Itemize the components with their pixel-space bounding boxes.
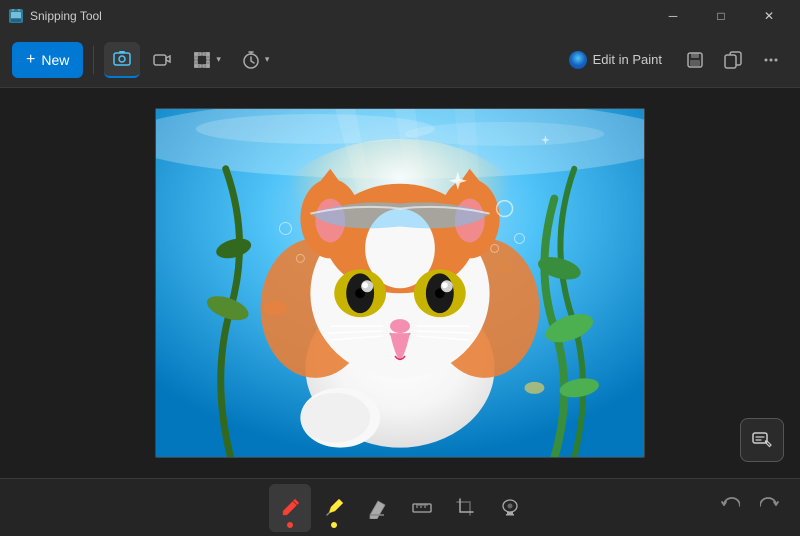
ruler-tool-button[interactable] — [401, 484, 443, 532]
save-button[interactable] — [678, 42, 712, 78]
canvas-container — [155, 108, 645, 458]
screenshot-icon — [112, 49, 132, 69]
timer-chevron: ▾ — [265, 54, 270, 65]
stamp-icon — [499, 497, 521, 519]
pen-icon — [279, 497, 301, 519]
title-bar-left: Snipping Tool — [8, 8, 102, 24]
edit-in-paint-label: Edit in Paint — [593, 52, 662, 67]
save-icon — [686, 51, 704, 69]
cat-illustration — [156, 109, 644, 457]
more-icon — [762, 51, 780, 69]
video-mode-button[interactable] — [144, 42, 180, 78]
region-chevron: ▾ — [216, 54, 221, 65]
crop-tool-button[interactable] — [445, 484, 487, 532]
bottom-toolbar — [0, 478, 800, 536]
toolbar-separator — [93, 46, 94, 74]
eraser-icon — [367, 497, 389, 519]
pen-color-dot — [287, 522, 293, 528]
copy-icon — [724, 51, 742, 69]
edit-in-paint-button[interactable]: Edit in Paint — [557, 42, 674, 78]
undo-button[interactable] — [712, 489, 748, 526]
close-button[interactable]: ✕ — [746, 0, 792, 32]
region-icon — [192, 50, 212, 70]
crop-icon — [455, 497, 477, 519]
maximize-button[interactable]: □ — [698, 0, 744, 32]
more-options-button[interactable] — [754, 42, 788, 78]
cat-image — [156, 109, 644, 457]
redo-icon — [760, 495, 780, 515]
toolbar: + New ▾ — [0, 32, 800, 88]
minimize-button[interactable]: ─ — [650, 0, 696, 32]
highlighter-color-dot — [331, 522, 337, 528]
video-icon — [152, 50, 172, 70]
title-bar: Snipping Tool ─ □ ✕ — [0, 0, 800, 32]
new-button[interactable]: + New — [12, 42, 83, 78]
eraser-tool-button[interactable] — [357, 484, 399, 532]
region-select-button[interactable]: ▾ — [184, 42, 229, 78]
title-bar-controls: ─ □ ✕ — [650, 0, 792, 32]
stamp-tool-button[interactable] — [489, 484, 531, 532]
highlighter-icon — [323, 497, 345, 519]
app-icon — [8, 8, 24, 24]
paint-icon — [569, 51, 587, 69]
redo-button[interactable] — [752, 489, 788, 526]
main-content — [0, 88, 800, 478]
app-title: Snipping Tool — [30, 9, 102, 23]
plus-icon: + — [26, 51, 35, 69]
pen-tool-button[interactable] — [269, 484, 311, 532]
copy-button[interactable] — [716, 42, 750, 78]
undo-icon — [720, 495, 740, 515]
timer-button[interactable]: ▾ — [233, 42, 278, 78]
bottom-right-controls — [712, 489, 788, 526]
toolbar-right: Edit in Paint — [557, 42, 788, 78]
new-label: New — [41, 52, 69, 68]
screen-text-icon — [751, 429, 773, 451]
ruler-icon — [411, 497, 433, 519]
timer-icon — [241, 50, 261, 70]
screenshot-mode-button[interactable] — [104, 42, 140, 78]
screen-text-button[interactable] — [740, 418, 784, 462]
highlighter-tool-button[interactable] — [313, 484, 355, 532]
